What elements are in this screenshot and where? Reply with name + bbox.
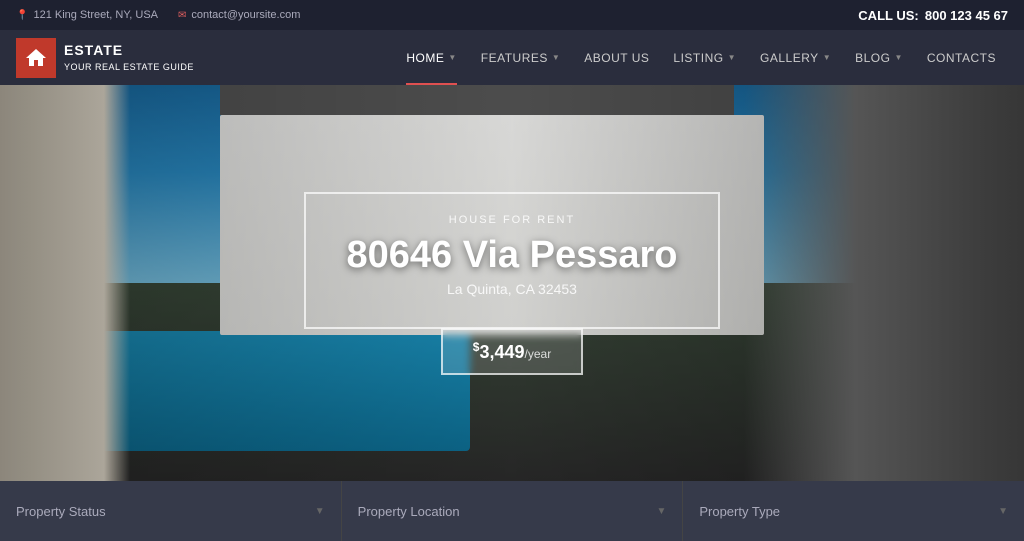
nav-home-label: HOME xyxy=(406,51,444,65)
logo-tagline: YOUR REAL ESTATE GUIDE xyxy=(64,62,194,72)
hero-subtitle: La Quinta, CA 32453 xyxy=(346,281,677,297)
nav-blog[interactable]: BLOG ▼ xyxy=(843,30,915,85)
nav-gallery-label: GALLERY xyxy=(760,51,819,65)
phone-info: CALL US: 800 123 45 67 xyxy=(858,8,1008,23)
price-period: /year xyxy=(525,347,552,361)
header: ESTATE YOUR REAL ESTATE GUIDE HOME ▼ FEA… xyxy=(0,30,1024,85)
nav-features-arrow: ▼ xyxy=(552,53,560,62)
address-text: 121 King Street, NY, USA xyxy=(33,9,158,21)
nav-features-label: FEATURES xyxy=(481,51,548,65)
nav-listing-arrow: ▼ xyxy=(728,53,736,62)
type-arrow-icon: ▼ xyxy=(998,506,1008,517)
nav-blog-arrow: ▼ xyxy=(894,53,902,62)
property-type-label: Property Type xyxy=(699,504,780,519)
house-icon xyxy=(24,46,48,70)
hero-section: HOUSE FOR RENT 80646 Via Pessaro La Quin… xyxy=(0,85,1024,481)
property-status-select[interactable]: Property Status ▼ xyxy=(0,481,342,541)
phone-number: 800 123 45 67 xyxy=(925,8,1008,23)
hero-frame: HOUSE FOR RENT 80646 Via Pessaro La Quin… xyxy=(304,192,719,329)
nav-blog-label: BLOG xyxy=(855,51,890,65)
hero-title: 80646 Via Pessaro xyxy=(346,234,677,277)
address-info: 📍 121 King Street, NY, USA xyxy=(16,9,158,21)
property-status-label: Property Status xyxy=(16,504,106,519)
hero-price-box: $3,449/year xyxy=(441,328,583,375)
nav-listing[interactable]: LISTING ▼ xyxy=(661,30,748,85)
property-type-select[interactable]: Property Type ▼ xyxy=(683,481,1024,541)
logo-name: ESTATE xyxy=(64,41,194,61)
hero-tag: HOUSE FOR RENT xyxy=(346,214,677,226)
price-value: 3,449 xyxy=(479,342,524,362)
property-location-select[interactable]: Property Location ▼ xyxy=(342,481,684,541)
nav-listing-label: LISTING xyxy=(673,51,723,65)
nav-features[interactable]: FEATURES ▼ xyxy=(469,30,573,85)
main-nav: HOME ▼ FEATURES ▼ ABOUT US LISTING ▼ GAL… xyxy=(394,30,1024,85)
nav-about[interactable]: ABOUT US xyxy=(572,30,661,85)
nav-gallery-arrow: ▼ xyxy=(823,53,831,62)
email-icon: ✉ xyxy=(178,10,186,21)
nav-home-arrow: ▼ xyxy=(448,53,456,62)
nav-contacts-label: CONTACTS xyxy=(927,51,996,65)
call-label: CALL US: xyxy=(858,8,918,23)
nav-home[interactable]: HOME ▼ xyxy=(394,30,468,85)
location-arrow-icon: ▼ xyxy=(656,506,666,517)
top-bar: 📍 121 King Street, NY, USA ✉ contact@you… xyxy=(0,0,1024,30)
hero-price: $3,449/year xyxy=(473,342,551,362)
location-icon: 📍 xyxy=(16,10,28,21)
nav-contacts[interactable]: CONTACTS xyxy=(915,30,1008,85)
email-info: ✉ contact@yoursite.com xyxy=(178,9,300,21)
nav-about-label: ABOUT US xyxy=(584,51,649,65)
logo-icon xyxy=(16,38,56,78)
property-location-label: Property Location xyxy=(358,504,460,519)
top-bar-left: 📍 121 King Street, NY, USA ✉ contact@you… xyxy=(16,9,300,21)
logo-text: ESTATE YOUR REAL ESTATE GUIDE xyxy=(64,41,194,73)
logo-area: ESTATE YOUR REAL ESTATE GUIDE xyxy=(0,30,204,85)
status-arrow-icon: ▼ xyxy=(315,506,325,517)
email-text: contact@yoursite.com xyxy=(191,9,300,21)
nav-gallery[interactable]: GALLERY ▼ xyxy=(748,30,843,85)
hero-content: HOUSE FOR RENT 80646 Via Pessaro La Quin… xyxy=(0,85,1024,481)
search-bar: Property Status ▼ Property Location ▼ Pr… xyxy=(0,481,1024,541)
